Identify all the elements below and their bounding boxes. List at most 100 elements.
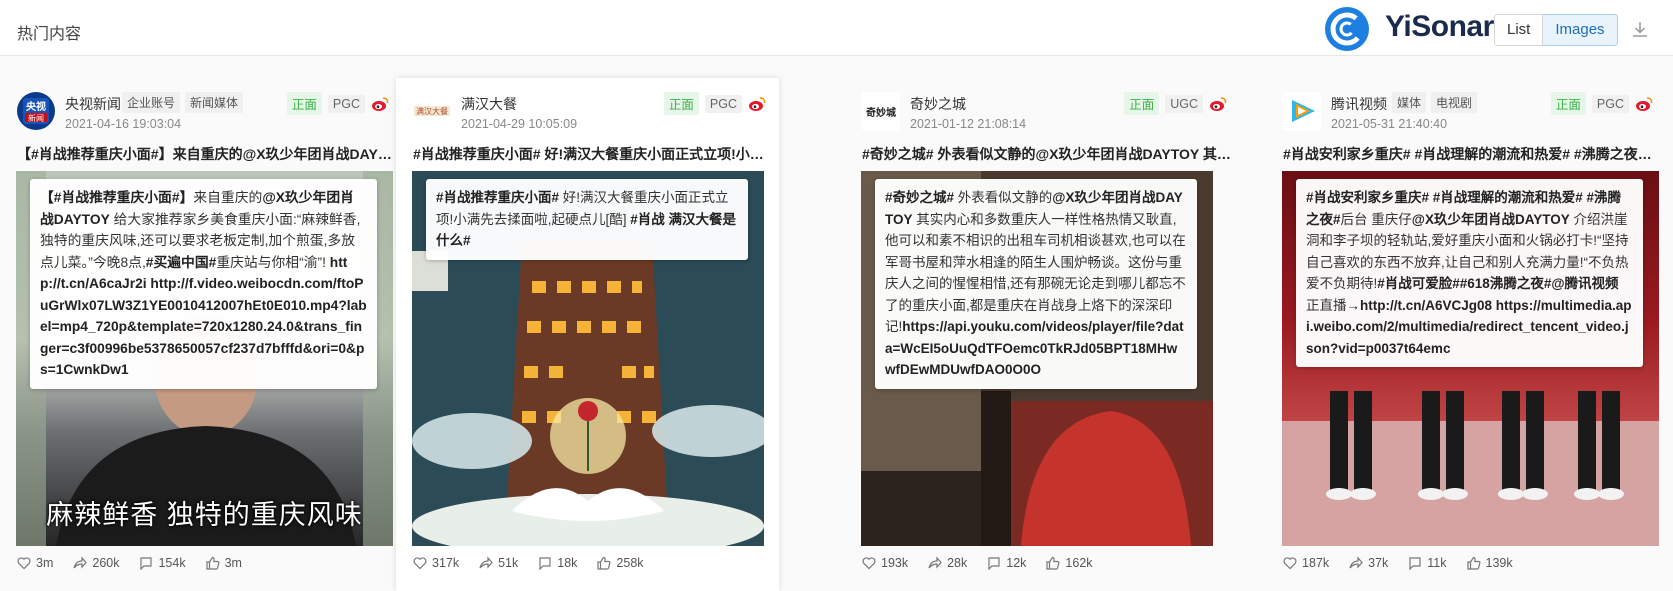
comments-stat: 12k <box>987 556 1026 570</box>
avatar: 满汉大餐 <box>413 92 451 130</box>
account-name[interactable]: 满汉大餐 <box>461 94 517 114</box>
source-type-badge: PGC <box>1591 94 1629 113</box>
page-title: 热门内容 <box>17 26 82 43</box>
source-type-badge: PGC <box>704 94 742 113</box>
headline[interactable]: 【#肖战推荐重庆小面#】来自重庆的@X玖少年团肖战DAYTOY 给大家推荐家乡美… <box>17 144 392 164</box>
account-tag: 电视剧 <box>1431 92 1478 113</box>
share-icon <box>1349 556 1363 569</box>
account-name[interactable]: 腾讯视频 <box>1331 94 1387 114</box>
account-name[interactable]: 央视新闻 <box>65 94 121 114</box>
headline[interactable]: #肖战推荐重庆小面# 好!满汉大餐重庆小面正式立项!小满先去揉面啦 <box>413 144 771 164</box>
top-bar: 热门内容 YiSonar List Images <box>0 0 1673 56</box>
thumbs-stat: 162k <box>1046 556 1093 570</box>
engagement-stats: 3m 260k 154k 3m <box>17 556 242 570</box>
comment-icon <box>140 557 153 570</box>
post-link[interactable]: →http://t.cn/A6VCJg08 https://multimedia… <box>1306 298 1632 356</box>
post-time: 2021-04-16 19:03:04 <box>65 117 182 131</box>
list-view-button[interactable]: List <box>1494 14 1544 46</box>
svg-text:新闻: 新闻 <box>28 113 44 123</box>
likes-stat: 187k <box>1283 556 1329 570</box>
post-text-overlay: #肖战安利家乡重庆# #肖战理解的潮流和热爱# #沸腾之夜#后台 重庆仔@X玖少… <box>1296 179 1643 367</box>
brand-name: YiSonar <box>1385 10 1494 43</box>
account-tag: 媒体 <box>1392 92 1427 113</box>
thumbs-stat: 258k <box>597 556 644 570</box>
likes-stat: 193k <box>862 556 908 570</box>
media-thumbnail[interactable]: #奇妙之城# 外表看似文静的@X玖少年团肖战DAYTOY 其实内心和多数重庆人一… <box>861 171 1213 546</box>
svg-text:央视: 央视 <box>26 100 46 113</box>
content-grid: 央视 新闻 央视新闻 企业账号 新闻媒体 2021-04-16 19:03:04… <box>0 78 1673 591</box>
post-text-overlay: #肖战推荐重庆小面# 好!满汉大餐重庆小面正式立项!小满先去揉面啦,起硬点儿[酷… <box>426 179 748 260</box>
post-time: 2021-01-12 21:08:14 <box>910 117 1027 131</box>
likes-stat: 3m <box>17 556 53 570</box>
account-name[interactable]: 奇妙之城 <box>910 94 966 114</box>
account-tag: 新闻媒体 <box>185 92 244 113</box>
comments-stat: 154k <box>139 556 186 570</box>
view-toggle: List Images <box>1494 14 1618 46</box>
like-icon <box>413 557 427 570</box>
headline[interactable]: #奇妙之城# 外表看似文静的@X玖少年团肖战DAYTOY 其实内心和多数重庆人一… <box>862 144 1232 164</box>
post-link[interactable]: https://api.youku.com/videos/player/file… <box>885 319 1184 377</box>
content-card[interactable]: 腾讯视频 媒体 电视剧 2021-05-31 21:40:40 正面 PGC #… <box>1266 78 1666 591</box>
weibo-icon <box>1210 96 1227 111</box>
media-thumbnail[interactable]: 【#肖战推荐重庆小面#】来自重庆的@X玖少年团肖战DAYTOY 给大家推荐家乡美… <box>16 171 393 546</box>
likes-stat: 317k <box>413 556 459 570</box>
account-tag: 企业账号 <box>122 92 181 113</box>
media-thumbnail[interactable]: #肖战安利家乡重庆# #肖战理解的潮流和热爱# #沸腾之夜#后台 重庆仔@X玖少… <box>1282 171 1659 546</box>
media-thumbnail[interactable]: #肖战推荐重庆小面# 好!满汉大餐重庆小面正式立项!小满先去揉面啦,起硬点儿[酷… <box>412 171 764 546</box>
avatar <box>1283 92 1321 130</box>
shares-stat: 260k <box>73 556 119 570</box>
yisonar-logo-icon <box>1325 7 1369 51</box>
engagement-stats: 317k 51k 18k 258k <box>413 556 644 570</box>
source-type-badge: UGC <box>1165 94 1203 113</box>
post-link[interactable]: http://t.cn/A6caJr2i http://f.video.weib… <box>40 255 367 378</box>
content-card[interactable]: 奇妙城 奇妙之城 2021-01-12 21:08:14 正面 UGC #奇妙之… <box>845 78 1240 591</box>
weibo-icon <box>1636 96 1653 111</box>
post-time: 2021-05-31 21:40:40 <box>1331 117 1448 131</box>
sentiment-badge: 正面 <box>286 92 322 115</box>
source-type-badge: PGC <box>327 94 365 113</box>
thumbs-up-icon <box>1046 556 1060 570</box>
sentiment-badge: 正面 <box>1124 92 1160 115</box>
headline[interactable]: #肖战安利家乡重庆# #肖战理解的潮流和热爱# #沸腾之夜#后台 重庆仔 <box>1283 144 1658 164</box>
thumbs-up-icon <box>205 556 220 570</box>
post-time: 2021-04-29 10:05:09 <box>461 117 578 131</box>
comments-stat: 18k <box>538 556 577 570</box>
avatar: 奇妙城 <box>862 92 900 130</box>
badges: 正面 PGC <box>1550 92 1653 115</box>
badges: 正面 UGC <box>1124 92 1227 115</box>
post-text-overlay: #奇妙之城# 外表看似文静的@X玖少年团肖战DAYTOY 其实内心和多数重庆人一… <box>875 179 1197 389</box>
engagement-stats: 187k 37k 11k 139k <box>1283 556 1513 570</box>
comment-icon <box>988 557 1000 570</box>
thumbs-up-icon <box>1466 556 1480 570</box>
svg-text:奇妙城: 奇妙城 <box>866 106 896 119</box>
weibo-icon <box>372 96 389 111</box>
comment-icon <box>539 557 551 570</box>
shares-stat: 28k <box>928 556 967 570</box>
account-tags: 媒体 电视剧 <box>1392 92 1478 113</box>
download-icon[interactable] <box>1630 19 1650 39</box>
share-icon <box>479 556 493 569</box>
badges: 正面 PGC <box>286 92 389 115</box>
content-card[interactable]: 央视 新闻 央视新闻 企业账号 新闻媒体 2021-04-16 19:03:04… <box>0 78 402 591</box>
shares-stat: 37k <box>1349 556 1388 570</box>
comment-icon <box>1409 557 1421 570</box>
avatar: 央视 新闻 <box>17 92 55 130</box>
thumbs-stat: 3m <box>205 556 242 570</box>
engagement-stats: 193k 28k 12k 162k <box>862 556 1093 570</box>
like-icon <box>17 557 31 570</box>
video-caption: 麻辣鲜香 独特的重庆风味 <box>46 500 363 530</box>
post-text-overlay: 【#肖战推荐重庆小面#】来自重庆的@X玖少年团肖战DAYTOY 给大家推荐家乡美… <box>30 179 377 389</box>
like-icon <box>1283 557 1297 570</box>
account-tags: 企业账号 新闻媒体 <box>122 92 244 113</box>
svg-text:满汉大餐: 满汉大餐 <box>416 106 448 116</box>
share-icon <box>928 556 942 569</box>
sentiment-badge: 正面 <box>663 92 699 115</box>
shares-stat: 51k <box>479 556 518 570</box>
images-view-button[interactable]: Images <box>1543 14 1618 46</box>
thumbs-up-icon <box>597 556 611 570</box>
weibo-icon <box>749 96 766 111</box>
share-icon <box>73 556 88 569</box>
comments-stat: 11k <box>1408 556 1447 570</box>
content-card[interactable]: 满汉大餐 满汉大餐 2021-04-29 10:05:09 正面 PGC #肖战… <box>396 78 779 591</box>
badges: 正面 PGC <box>663 92 766 115</box>
